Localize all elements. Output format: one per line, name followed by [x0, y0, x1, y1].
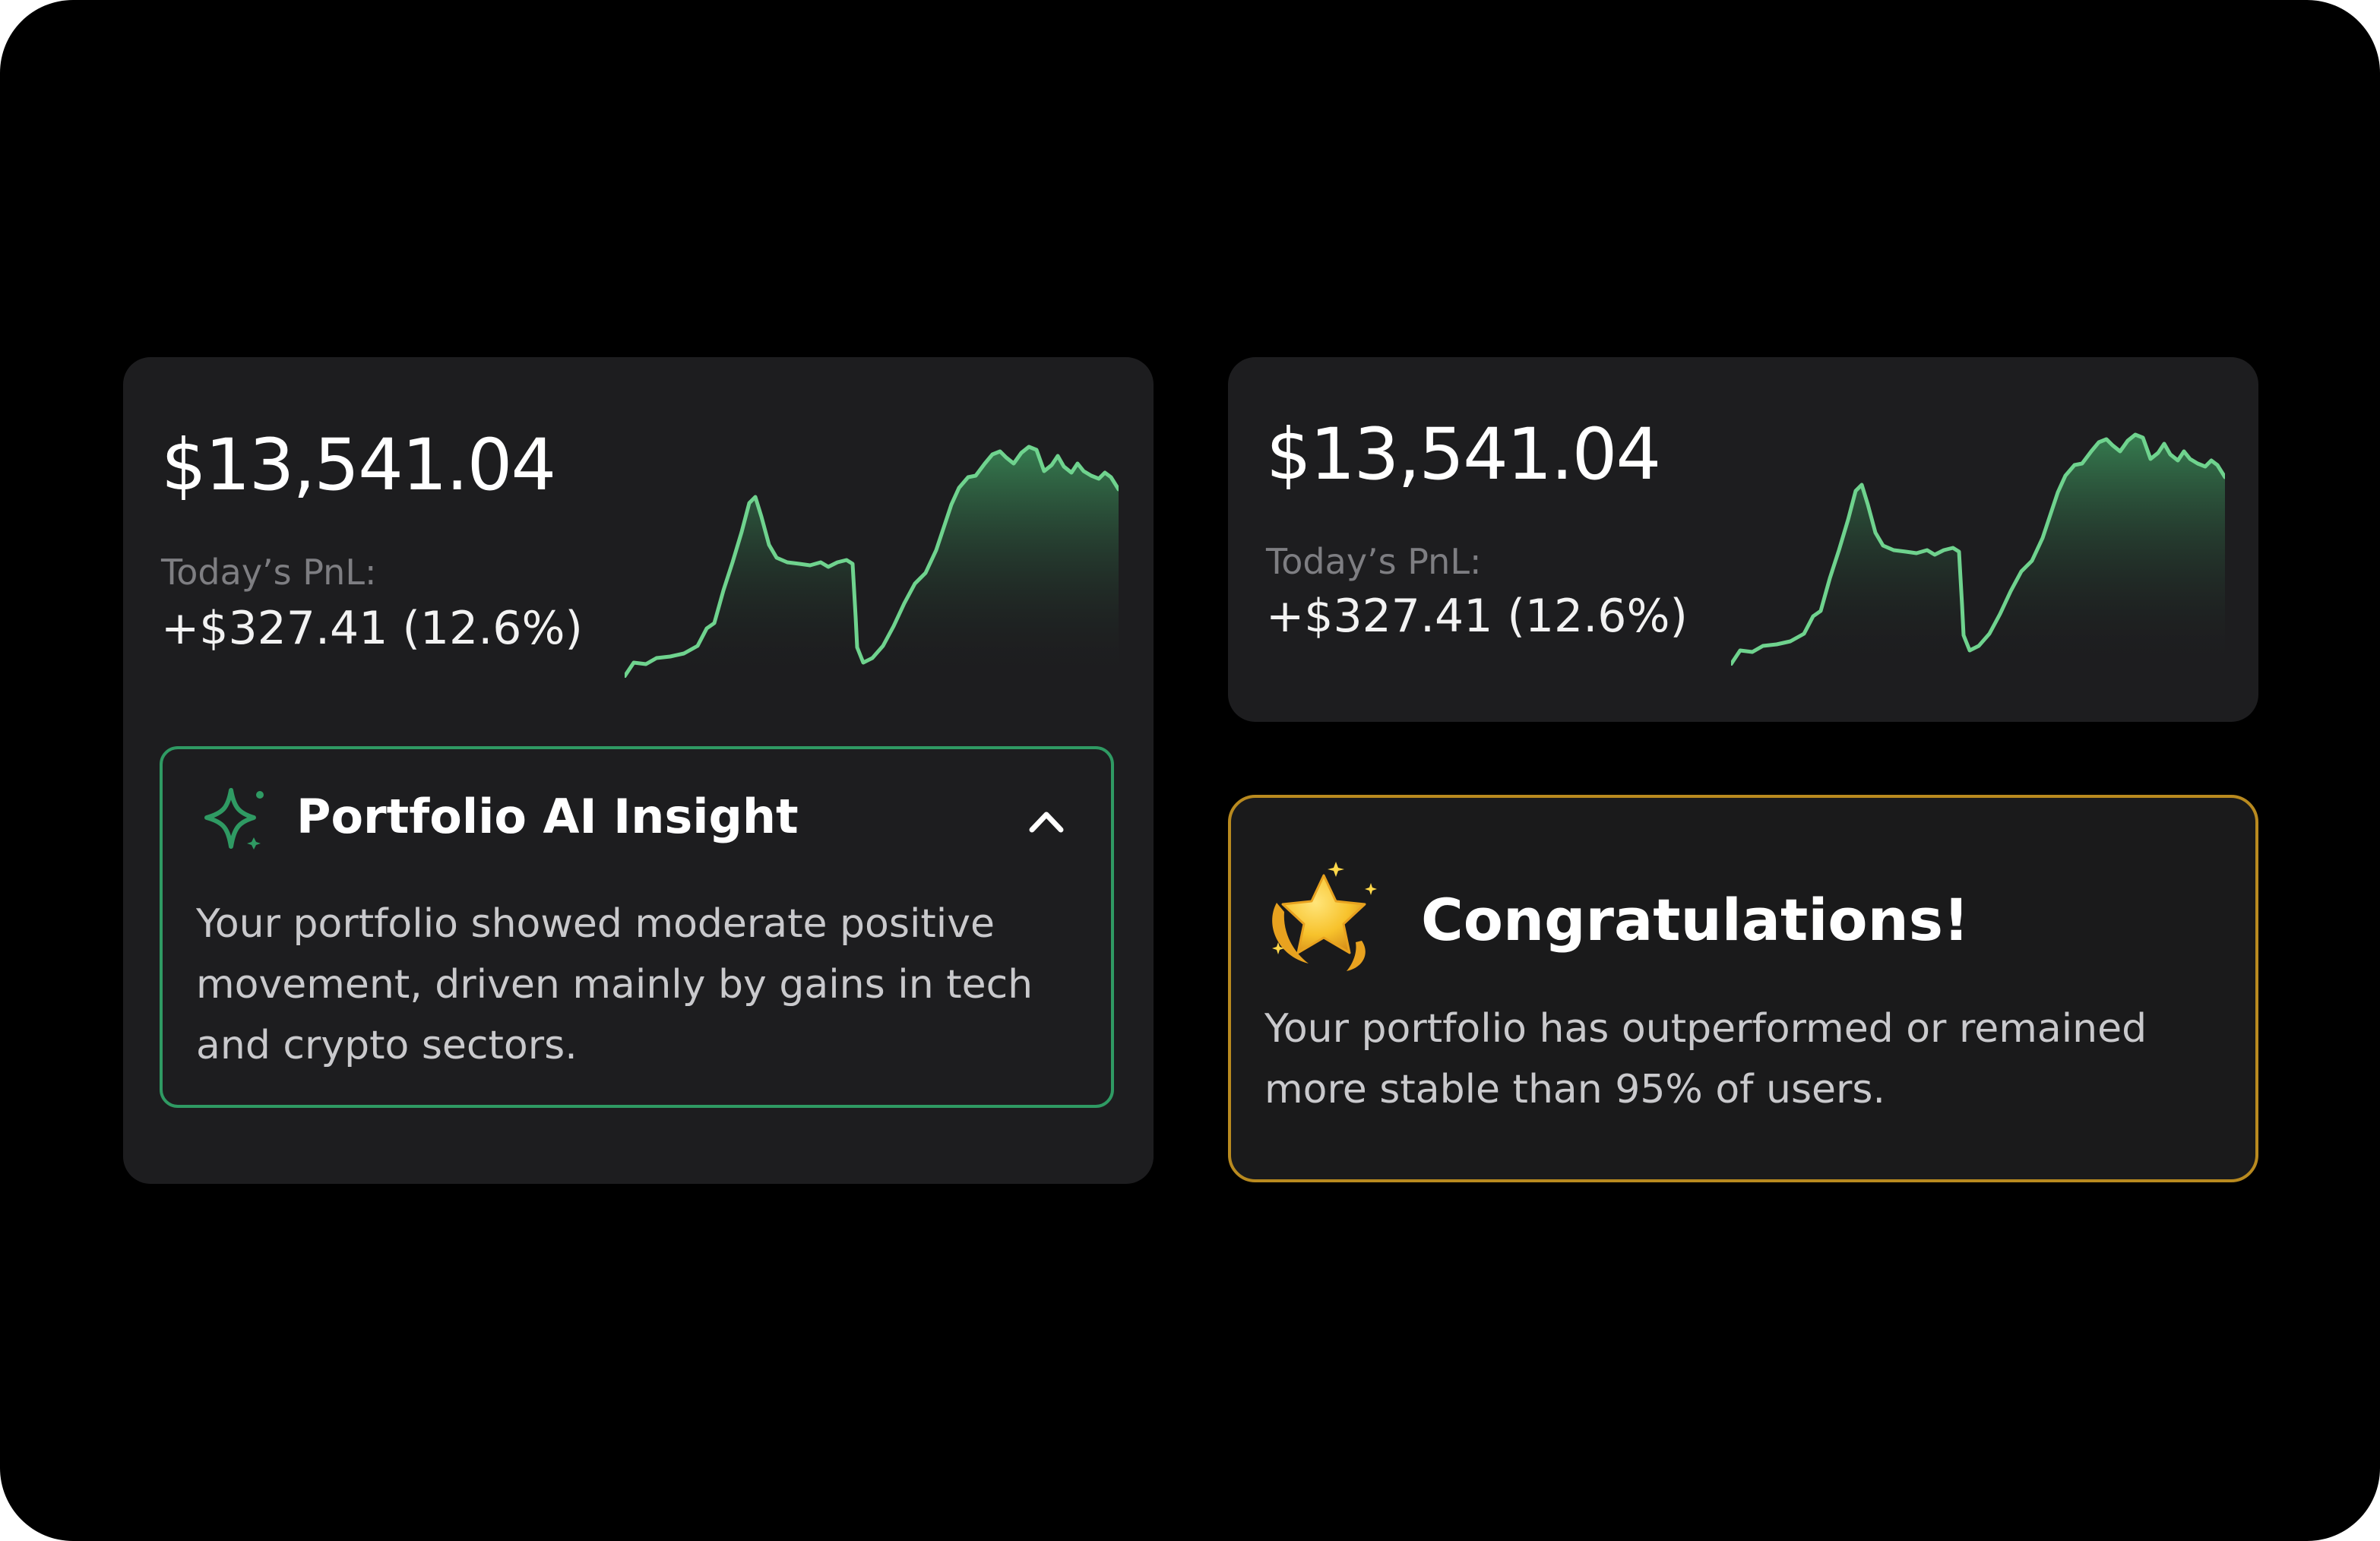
- insight-body-line: Your portfolio showed moderate positive: [196, 901, 995, 947]
- pnl-label: Today’s PnL:: [1266, 541, 1482, 582]
- pnl-value: +$327.41 (12.6%): [161, 602, 583, 655]
- sparkline-chart: [1731, 432, 2225, 666]
- insight-body-line: movement, driven mainly by gains in tech: [196, 962, 1033, 1008]
- portfolio-card-right: $13,541.04 Today’s PnL: +$327.41 (12.6%): [1228, 357, 2258, 722]
- congratulations-panel: Congratulations! Your portfolio has outp…: [1228, 795, 2258, 1182]
- insight-title: Portfolio AI Insight: [296, 789, 799, 844]
- sparkline-chart: [625, 445, 1119, 678]
- congrats-body-line: more stable than 95% of users.: [1264, 1067, 1886, 1112]
- chevron-up-icon[interactable]: [1027, 805, 1065, 836]
- app-canvas: $13,541.04 Today’s PnL: +$327.41 (12.6%)…: [0, 0, 2380, 1541]
- congrats-body: Your portfolio has outperformed or remai…: [1264, 998, 2147, 1120]
- pnl-value: +$327.41 (12.6%): [1266, 590, 1688, 643]
- congrats-title: Congratulations!: [1421, 886, 1970, 954]
- sparkle-icon: [204, 788, 264, 850]
- star-trophy-icon: [1272, 862, 1377, 971]
- insight-body: Your portfolio showed moderate positive …: [196, 894, 1033, 1076]
- portfolio-balance: $13,541.04: [161, 424, 556, 507]
- insight-body-line: and crypto sectors.: [196, 1023, 578, 1068]
- portfolio-balance: $13,541.04: [1266, 413, 1661, 496]
- pnl-label: Today’s PnL:: [161, 552, 377, 593]
- ai-insight-panel: Portfolio AI Insight Your portfolio show…: [160, 746, 1114, 1108]
- congrats-body-line: Your portfolio has outperformed or remai…: [1264, 1006, 2147, 1052]
